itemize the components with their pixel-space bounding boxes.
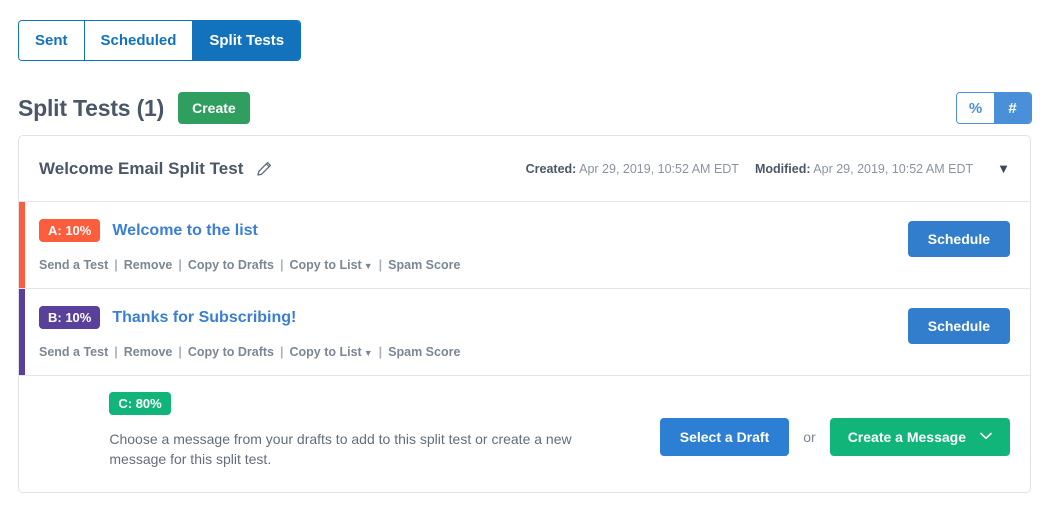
variant-a-head: A: 10% Welcome to the list <box>39 219 460 242</box>
split-tests-page: Sent Scheduled Split Tests Split Tests (… <box>0 0 1049 507</box>
variant-c-actions: Select a Draft or Create a Message <box>659 418 1010 456</box>
tab-sent[interactable]: Sent <box>19 21 85 60</box>
page-title: Split Tests (1) <box>18 94 165 121</box>
create-a-message-label: Create a Message <box>847 429 966 445</box>
split-test-card: Welcome Email Split Test Created: Apr 29… <box>18 135 1031 493</box>
action-separator: | <box>178 345 182 359</box>
unit-toggle: % # <box>956 92 1032 124</box>
tab-split-tests-label: Split Tests <box>209 32 285 49</box>
variant-row-b: B: 10% Thanks for Subscribing! Send a Te… <box>19 289 1030 376</box>
modified-meta: Modified: Apr 29, 2019, 10:52 AM EDT <box>755 162 973 176</box>
view-tabs: Sent Scheduled Split Tests <box>18 20 302 61</box>
pencil-icon[interactable] <box>255 160 273 178</box>
tab-split-tests[interactable]: Split Tests <box>193 21 301 60</box>
page-heading-row: Split Tests (1) Create <box>18 92 250 124</box>
variant-b-stripe <box>19 289 25 375</box>
split-test-meta: Created: Apr 29, 2019, 10:52 AM EDT Modi… <box>526 162 1010 176</box>
variant-a-stripe <box>19 202 25 288</box>
action-separator: | <box>280 345 284 359</box>
tab-sent-label: Sent <box>35 32 68 49</box>
modified-value: Apr 29, 2019, 10:52 AM EDT <box>813 161 974 176</box>
select-a-draft-button[interactable]: Select a Draft <box>659 418 790 456</box>
split-test-title-wrap: Welcome Email Split Test <box>39 159 273 179</box>
created-value: Apr 29, 2019, 10:52 AM EDT <box>579 161 739 176</box>
create-a-message-button[interactable]: Create a Message <box>829 418 1010 456</box>
variant-c-empty-text: Choose a message from your drafts to add… <box>109 431 572 468</box>
send-a-test-link[interactable]: Send a Test <box>39 258 108 272</box>
variant-a-actions: Send a Test | Remove | Copy to Drafts | … <box>39 258 460 272</box>
action-separator: | <box>114 345 118 359</box>
created-meta: Created: Apr 29, 2019, 10:52 AM EDT <box>526 162 739 176</box>
action-separator: | <box>378 345 383 359</box>
variant-b-actions: Send a Test | Remove | Copy to Drafts | … <box>39 345 460 359</box>
variant-row-a: A: 10% Welcome to the list Send a Test |… <box>19 202 1030 289</box>
action-separator: | <box>178 258 182 272</box>
split-test-title: Welcome Email Split Test <box>39 158 244 178</box>
variant-b-name-link[interactable]: Thanks for Subscribing! <box>112 309 296 327</box>
variant-b-head: B: 10% Thanks for Subscribing! <box>39 306 460 329</box>
spam-score-link[interactable]: Spam Score <box>388 258 460 272</box>
variant-row-c: C: 80% Choose a message from your drafts… <box>19 376 1030 492</box>
unit-number-button[interactable]: # <box>994 93 1031 123</box>
split-test-card-header: Welcome Email Split Test Created: Apr 29… <box>19 136 1030 202</box>
action-separator: | <box>114 258 118 272</box>
variant-a-content: A: 10% Welcome to the list Send a Test |… <box>39 219 460 272</box>
copy-to-drafts-link[interactable]: Copy to Drafts <box>188 258 274 272</box>
copy-to-list-link[interactable]: Copy to List ▼ <box>290 258 373 272</box>
copy-to-list-link[interactable]: Copy to List ▼ <box>290 345 373 359</box>
tab-scheduled[interactable]: Scheduled <box>84 21 194 60</box>
variant-c-badge: C: 80% <box>109 392 171 415</box>
copy-to-list-label: Copy to List <box>289 258 362 272</box>
or-label: or <box>803 429 816 445</box>
tab-scheduled-label: Scheduled <box>100 32 177 49</box>
variant-b-schedule-button[interactable]: Schedule <box>907 308 1010 344</box>
spam-score-link[interactable]: Spam Score <box>388 345 460 359</box>
action-separator: | <box>280 258 284 272</box>
copy-to-drafts-link[interactable]: Copy to Drafts <box>188 345 274 359</box>
variant-b-badge: B: 10% <box>39 306 101 329</box>
caret-down-icon: ▼ <box>363 261 373 271</box>
variant-a-name-link[interactable]: Welcome to the list <box>112 222 258 240</box>
action-separator: | <box>378 258 383 272</box>
variant-b-content: B: 10% Thanks for Subscribing! Send a Te… <box>39 306 460 359</box>
send-a-test-link[interactable]: Send a Test <box>39 345 108 359</box>
modified-label: Modified: <box>754 161 811 176</box>
unit-percent-button[interactable]: % <box>957 93 994 123</box>
remove-link[interactable]: Remove <box>124 258 173 272</box>
variant-c-content: C: 80% Choose a message from your drafts… <box>109 392 589 470</box>
variant-a-badge: A: 10% <box>39 219 101 242</box>
remove-link[interactable]: Remove <box>124 345 173 359</box>
created-label: Created: <box>525 161 577 176</box>
chevron-down-icon[interactable]: ▼ <box>997 162 1010 175</box>
variant-a-schedule-button[interactable]: Schedule <box>907 221 1010 257</box>
variant-c-head: C: 80% <box>109 392 589 415</box>
create-button[interactable]: Create <box>178 92 250 124</box>
chevron-down-icon <box>980 432 992 443</box>
copy-to-list-label: Copy to List <box>289 345 362 359</box>
caret-down-icon: ▼ <box>363 348 373 358</box>
